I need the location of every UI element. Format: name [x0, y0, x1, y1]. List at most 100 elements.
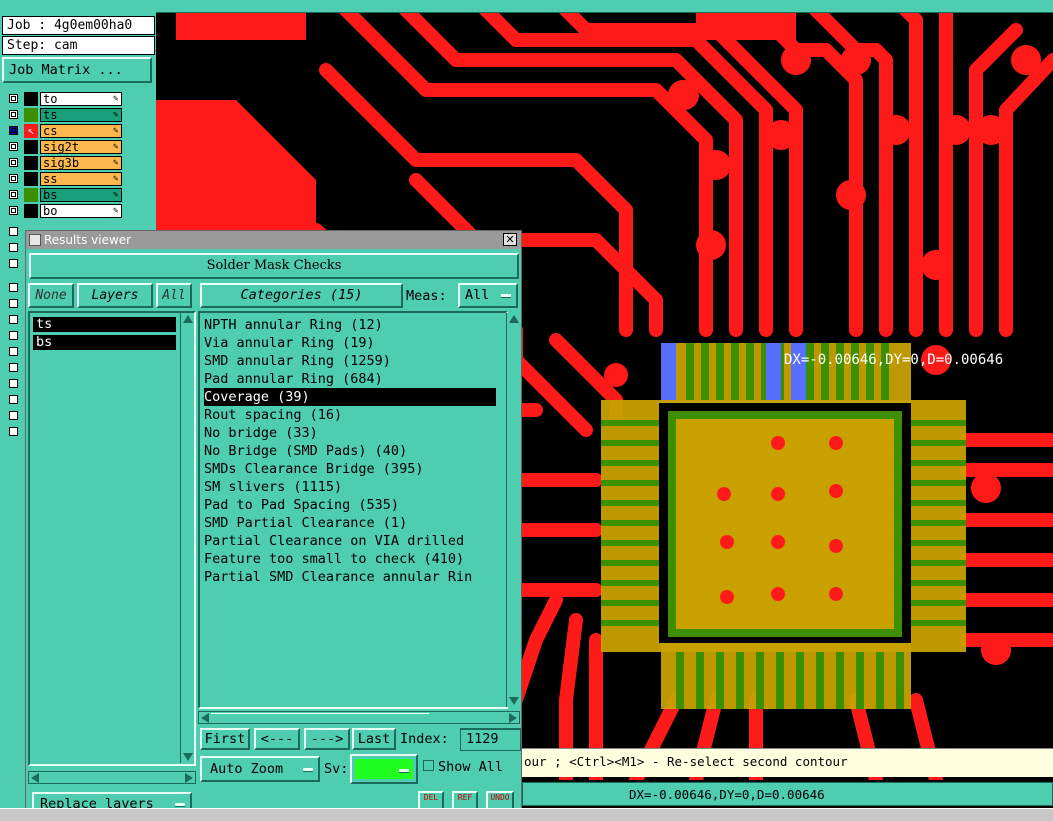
none-button[interactable]: None [28, 283, 74, 308]
layer-checkbox[interactable] [9, 110, 18, 119]
layer-name[interactable]: bs [40, 188, 122, 202]
layer-row[interactable]: ↖ cs ✎ [0, 123, 156, 139]
scroll-left-icon[interactable] [201, 713, 209, 723]
scroll-up-icon[interactable] [183, 315, 193, 323]
layer-name[interactable]: to [40, 92, 122, 106]
edit-icon[interactable]: ✎ [113, 174, 118, 184]
scroll-down-icon[interactable] [183, 753, 193, 761]
meas-dropdown[interactable]: All [458, 283, 518, 308]
layer-row[interactable]: to ✎ [0, 91, 156, 107]
layer-results-list[interactable]: ts bs [28, 311, 196, 766]
layer-checkbox[interactable] [9, 347, 18, 356]
layer-checkbox[interactable] [9, 158, 18, 167]
job-matrix-button[interactable]: Job Matrix ... [2, 57, 152, 83]
layer-checkbox[interactable] [9, 174, 18, 183]
layer-checkbox[interactable] [9, 315, 18, 324]
result-layer-item[interactable]: ts [33, 317, 176, 332]
layer-row[interactable]: sig3b ✎ [0, 155, 156, 171]
edit-icon[interactable]: ✎ [113, 158, 118, 168]
category-item[interactable]: No bridge (33) [204, 424, 318, 442]
category-item[interactable]: SM slivers (1115) [204, 478, 342, 496]
categories-scrollbar[interactable] [506, 313, 520, 707]
category-item[interactable]: Pad annular Ring (684) [204, 370, 383, 388]
layer-checkbox[interactable] [9, 206, 18, 215]
first-button[interactable]: First [200, 728, 250, 750]
scroll-up-icon[interactable] [509, 315, 519, 323]
edit-icon[interactable]: ✎ [113, 142, 118, 152]
layer-name[interactable]: bo [40, 204, 122, 218]
layer-color-indicator[interactable] [24, 204, 38, 218]
result-layer-item[interactable]: bs [33, 335, 176, 350]
category-item[interactable]: Pad to Pad Spacing (535) [204, 496, 399, 514]
layer-color-indicator[interactable] [24, 172, 38, 186]
layer-list-hscrollbar[interactable] [28, 771, 196, 784]
layer-checkbox[interactable] [9, 427, 18, 436]
layer-color-indicator[interactable] [24, 188, 38, 202]
category-item[interactable]: SMD annular Ring (1259) [204, 352, 391, 370]
layer-color-indicator[interactable] [24, 140, 38, 154]
all-button[interactable]: All [156, 283, 192, 308]
layer-row[interactable]: ts ✎ [0, 107, 156, 123]
auto-zoom-dropdown[interactable]: Auto Zoom [200, 756, 320, 782]
layer-checkbox[interactable] [9, 379, 18, 388]
index-input[interactable]: 1129 [460, 728, 521, 751]
edit-icon[interactable]: ✎ [113, 126, 118, 136]
layer-checkbox[interactable] [9, 363, 18, 372]
last-button[interactable]: Last [352, 728, 396, 750]
scroll-right-icon[interactable] [185, 773, 193, 783]
layer-list-scrollbar[interactable] [180, 313, 194, 763]
layer-name[interactable]: sig2t [40, 140, 122, 154]
edit-icon[interactable]: ✎ [113, 190, 118, 200]
layer-row[interactable]: ss ✎ [0, 171, 156, 187]
categories-hscrollbar[interactable] [198, 711, 520, 724]
scroll-left-icon[interactable] [31, 773, 39, 783]
category-item[interactable]: SMDs Clearance Bridge (395) [204, 460, 423, 478]
results-viewer-titlebar[interactable]: Results viewer ✕ [26, 231, 521, 249]
edit-icon[interactable]: ✎ [113, 94, 118, 104]
categories-list[interactable]: NPTH annular Ring (12) Via annular Ring (… [198, 311, 508, 709]
edit-icon[interactable]: ✎ [113, 110, 118, 120]
next-button[interactable]: ---> [304, 728, 350, 750]
layer-checkbox[interactable] [9, 411, 18, 420]
layer-checkbox[interactable] [9, 299, 18, 308]
layer-name[interactable]: ss [40, 172, 122, 186]
layer-checkbox[interactable] [9, 395, 18, 404]
layers-button[interactable]: Layers [77, 283, 153, 308]
layer-checkbox[interactable] [9, 331, 18, 340]
layer-name[interactable]: cs [40, 124, 122, 138]
sv-color-dropdown[interactable] [350, 754, 418, 784]
hscroll-thumb[interactable] [211, 713, 429, 724]
category-item[interactable]: No Bridge (SMD Pads) (40) [204, 442, 407, 460]
previous-button[interactable]: <--- [254, 728, 300, 750]
show-all-checkbox[interactable] [423, 760, 434, 771]
category-item[interactable]: Via annular Ring (19) [204, 334, 375, 352]
pointer-icon[interactable]: ↖ [24, 124, 38, 138]
layer-color-indicator[interactable] [24, 108, 38, 122]
close-icon[interactable]: ✕ [503, 233, 517, 246]
layer-row[interactable]: bo ✎ [0, 203, 156, 219]
layer-checkbox[interactable] [9, 227, 18, 236]
layer-checkbox[interactable] [9, 243, 18, 252]
category-item[interactable]: Partial Clearance on VIA drilled [204, 532, 464, 550]
layer-checkbox[interactable] [9, 126, 18, 135]
layer-checkbox[interactable] [9, 190, 18, 199]
scroll-down-icon[interactable] [509, 697, 519, 705]
layer-checkbox[interactable] [9, 283, 18, 292]
category-item[interactable]: Partial SMD Clearance annular Rin [204, 568, 472, 586]
layer-row[interactable]: bs ✎ [0, 187, 156, 203]
category-item[interactable]: NPTH annular Ring (12) [204, 316, 383, 334]
scroll-right-icon[interactable] [509, 713, 517, 723]
layer-color-indicator[interactable] [24, 156, 38, 170]
category-item[interactable]: SMD Partial Clearance (1) [204, 514, 407, 532]
layer-name[interactable]: sig3b [40, 156, 122, 170]
edit-icon[interactable]: ✎ [113, 206, 118, 216]
layer-checkbox[interactable] [9, 142, 18, 151]
layer-checkbox[interactable] [9, 259, 18, 268]
categories-button[interactable]: Categories (15) [200, 283, 403, 308]
category-item[interactable]: Rout spacing (16) [204, 406, 342, 424]
layer-checkbox[interactable] [9, 94, 18, 103]
category-item-selected[interactable]: Coverage (39) [204, 388, 496, 406]
layer-name[interactable]: ts [40, 108, 122, 122]
layer-row[interactable]: sig2t ✎ [0, 139, 156, 155]
category-item[interactable]: Feature too small to check (410) [204, 550, 464, 568]
